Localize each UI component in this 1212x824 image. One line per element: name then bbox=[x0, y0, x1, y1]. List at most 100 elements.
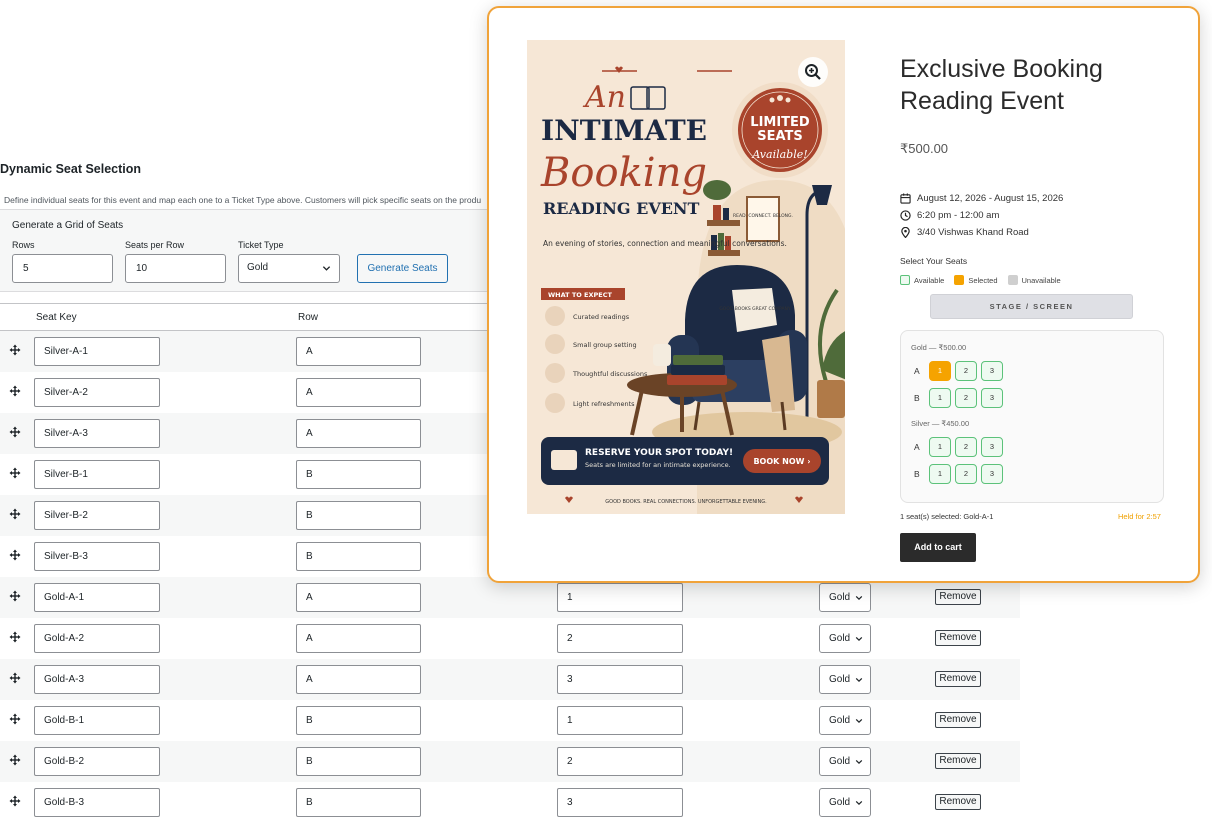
poster-illustration: An INTIMATE Booking READING EVENT LIMITE… bbox=[527, 40, 845, 514]
poster-sign-text: READ. CONNECT. BELONG. bbox=[733, 213, 793, 219]
seat-available[interactable]: 2 bbox=[955, 464, 977, 484]
seat-key-input[interactable]: Gold-B-1 bbox=[34, 706, 160, 735]
ticket-type-select[interactable]: Gold bbox=[819, 665, 871, 694]
remove-button[interactable]: Remove bbox=[935, 712, 981, 728]
ticket-type-select[interactable]: Gold bbox=[819, 706, 871, 735]
legend-selected: Selected bbox=[954, 275, 998, 285]
drag-handle-icon[interactable] bbox=[9, 631, 21, 643]
drag-handle-icon[interactable] bbox=[9, 344, 21, 356]
drag-handle-icon[interactable] bbox=[9, 549, 21, 561]
table-row: Gold-A-1 A 1 Gold Remove bbox=[0, 577, 1020, 618]
seat-number-input[interactable]: 2 bbox=[557, 747, 683, 776]
remove-button[interactable]: Remove bbox=[935, 671, 981, 687]
drag-handle-icon[interactable] bbox=[9, 467, 21, 479]
poster-expect-item: Curated readings bbox=[573, 313, 630, 321]
remove-button[interactable]: Remove bbox=[935, 589, 981, 605]
seat-key-input[interactable]: Silver-B-3 bbox=[34, 542, 160, 571]
seats-per-row-input[interactable]: 10 bbox=[125, 254, 226, 283]
select-seats-heading: Select Your Seats bbox=[900, 256, 968, 266]
table-row: Gold-A-3 A 3 Gold Remove bbox=[0, 659, 1020, 700]
seat-number-input[interactable]: 2 bbox=[557, 624, 683, 653]
seat-available[interactable]: 1 bbox=[929, 464, 951, 484]
row-input[interactable]: B bbox=[296, 460, 421, 489]
generator-title: Generate a Grid of Seats bbox=[12, 220, 124, 231]
chevron-down-icon bbox=[855, 718, 863, 724]
row-input[interactable]: B bbox=[296, 788, 421, 817]
row-input[interactable]: A bbox=[296, 419, 421, 448]
generate-seats-button[interactable]: Generate Seats bbox=[357, 254, 448, 283]
seat-key-input[interactable]: Silver-A-1 bbox=[34, 337, 160, 366]
product-title-line2: Reading Event bbox=[900, 87, 1065, 115]
seat-row-label: A bbox=[914, 366, 920, 376]
badge-line3: Available! bbox=[751, 148, 807, 161]
row-input[interactable]: B bbox=[296, 501, 421, 530]
poster-cta-sub: Seats are limited for an intimate experi… bbox=[585, 461, 731, 469]
row-input[interactable]: A bbox=[296, 337, 421, 366]
seat-available[interactable]: 2 bbox=[955, 388, 977, 408]
ticket-type-select[interactable]: Gold bbox=[819, 747, 871, 776]
seat-available[interactable]: 3 bbox=[981, 388, 1003, 408]
remove-button[interactable]: Remove bbox=[935, 630, 981, 646]
remove-button[interactable]: Remove bbox=[935, 794, 981, 810]
seat-key-input[interactable]: Gold-A-2 bbox=[34, 624, 160, 653]
seat-number-input[interactable]: 1 bbox=[557, 706, 683, 735]
drag-handle-icon[interactable] bbox=[9, 508, 21, 520]
rows-label: Rows bbox=[12, 240, 35, 250]
ticket-type-select[interactable]: Gold bbox=[819, 788, 871, 817]
seat-key-input[interactable]: Gold-A-1 bbox=[34, 583, 160, 612]
zoom-button[interactable] bbox=[798, 57, 828, 87]
seat-key-input[interactable]: Gold-B-2 bbox=[34, 747, 160, 776]
drag-handle-icon[interactable] bbox=[9, 795, 21, 807]
seat-number-input[interactable]: 3 bbox=[557, 665, 683, 694]
seat-number-input[interactable]: 1 bbox=[557, 583, 683, 612]
drag-handle-icon[interactable] bbox=[9, 754, 21, 766]
map-pin-icon bbox=[901, 227, 910, 238]
screen: Dynamic Seat Selection Define individual… bbox=[0, 0, 1212, 824]
section-title: Dynamic Seat Selection bbox=[0, 162, 142, 176]
seat-available[interactable]: 2 bbox=[955, 361, 977, 381]
seat-available[interactable]: 2 bbox=[955, 437, 977, 457]
row-input[interactable]: B bbox=[296, 747, 421, 776]
row-input[interactable]: A bbox=[296, 378, 421, 407]
row-input[interactable]: A bbox=[296, 583, 421, 612]
ticket-type-select[interactable]: Gold bbox=[819, 583, 871, 612]
drag-handle-icon[interactable] bbox=[9, 713, 21, 725]
row-input[interactable]: B bbox=[296, 542, 421, 571]
seat-selected[interactable]: 1 bbox=[929, 361, 951, 381]
seat-available[interactable]: 1 bbox=[929, 437, 951, 457]
seat-key-input[interactable]: Gold-B-3 bbox=[34, 788, 160, 817]
seat-key-input[interactable]: Silver-A-2 bbox=[34, 378, 160, 407]
seat-number-input[interactable]: 3 bbox=[557, 788, 683, 817]
row-input[interactable]: B bbox=[296, 706, 421, 735]
badge-line2: SEATS bbox=[757, 129, 803, 144]
magnifier-plus-icon bbox=[805, 64, 821, 80]
rows-input[interactable]: 5 bbox=[12, 254, 113, 283]
ticket-type-select[interactable]: Gold bbox=[238, 254, 340, 283]
drag-handle-icon[interactable] bbox=[9, 426, 21, 438]
header-row: Row bbox=[298, 312, 319, 323]
legend-selected-swatch bbox=[954, 275, 965, 285]
ticket-type-select[interactable]: Gold bbox=[819, 624, 871, 653]
seat-available[interactable]: 1 bbox=[929, 388, 951, 408]
chevron-down-icon bbox=[855, 636, 863, 642]
seat-key-input[interactable]: Gold-A-3 bbox=[34, 665, 160, 694]
ticket-type-value: Gold bbox=[247, 262, 269, 273]
drag-handle-icon[interactable] bbox=[9, 385, 21, 397]
seat-key-input[interactable]: Silver-B-2 bbox=[34, 501, 160, 530]
seat-available[interactable]: 3 bbox=[981, 464, 1003, 484]
seat-key-input[interactable]: Silver-A-3 bbox=[34, 419, 160, 448]
ticket-type-value: Gold bbox=[829, 592, 851, 603]
drag-handle-icon[interactable] bbox=[9, 672, 21, 684]
seat-key-input[interactable]: Silver-B-1 bbox=[34, 460, 160, 489]
row-input[interactable]: A bbox=[296, 624, 421, 653]
section-description: Define individual seats for this event a… bbox=[4, 195, 482, 205]
event-time: 6:20 pm - 12:00 am bbox=[900, 210, 999, 221]
remove-button[interactable]: Remove bbox=[935, 753, 981, 769]
seat-available[interactable]: 3 bbox=[981, 437, 1003, 457]
poster-line-booking: Booking bbox=[540, 150, 707, 196]
seat-available[interactable]: 3 bbox=[981, 361, 1003, 381]
row-input[interactable]: A bbox=[296, 665, 421, 694]
add-to-cart-button[interactable]: Add to cart bbox=[900, 533, 976, 562]
seats-per-row-label: Seats per Row bbox=[125, 240, 185, 250]
drag-handle-icon[interactable] bbox=[9, 590, 21, 602]
